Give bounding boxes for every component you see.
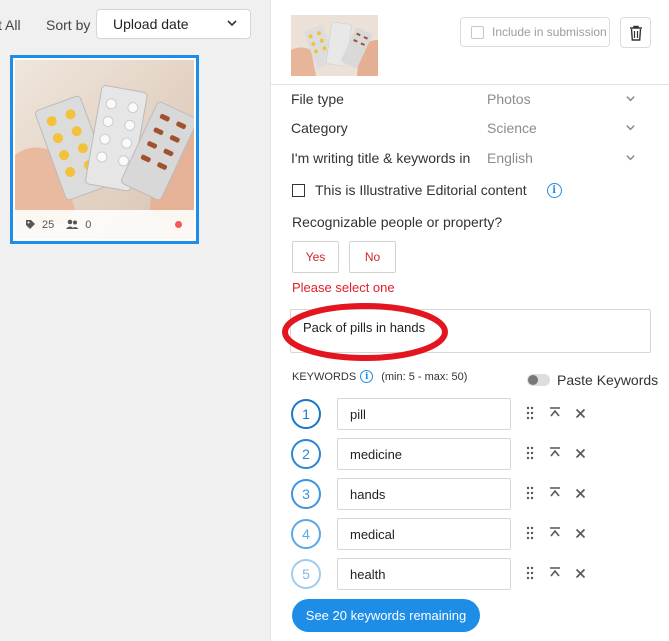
sort-dropdown[interactable]: Upload date xyxy=(96,9,251,39)
move-to-top-icon[interactable] xyxy=(549,566,561,580)
chevron-down-icon xyxy=(227,20,237,27)
close-icon[interactable] xyxy=(575,526,586,540)
file-type-label: File type xyxy=(291,91,344,107)
keyword-input[interactable]: medical xyxy=(337,518,511,550)
keyword-row: 1 pill xyxy=(291,398,651,430)
asset-thumbnail[interactable]: 25 0 xyxy=(10,55,199,244)
include-label: Include in submission xyxy=(492,25,607,39)
asset-preview xyxy=(291,15,378,76)
move-to-top-icon[interactable] xyxy=(549,406,561,420)
language-label: I'm writing title & keywords in xyxy=(291,150,471,166)
keyword-number: 2 xyxy=(291,439,321,469)
toggle-switch[interactable] xyxy=(527,374,550,386)
keyword-number: 5 xyxy=(291,559,321,589)
language-value: English xyxy=(487,150,533,166)
close-icon[interactable] xyxy=(575,446,586,460)
drag-handle-icon[interactable] xyxy=(526,486,534,500)
paste-keywords-label: Paste Keywords xyxy=(557,372,659,388)
keyword-input[interactable]: pill xyxy=(337,398,511,430)
sort-value: Upload date xyxy=(113,16,189,32)
tag-icon xyxy=(26,220,35,229)
info-icon[interactable]: i xyxy=(546,182,562,198)
keyword-input[interactable]: health xyxy=(337,558,511,590)
chevron-down-icon xyxy=(626,96,635,102)
move-to-top-icon[interactable] xyxy=(549,446,561,460)
editorial-label: This is Illustrative Editorial content xyxy=(315,182,527,198)
keyword-row: 5 health xyxy=(291,558,651,590)
keyword-row: 2 medicine xyxy=(291,438,651,470)
sort-label: Sort by xyxy=(46,17,91,33)
select-all-link[interactable]: t All xyxy=(0,17,21,33)
keyword-count: 25 xyxy=(42,218,55,231)
see-remaining-keywords-button[interactable]: See 20 keywords remaining xyxy=(292,599,480,632)
thumbnail-footer: 25 0 xyxy=(15,210,194,239)
move-to-top-icon[interactable] xyxy=(549,526,561,540)
chevron-down-icon xyxy=(626,155,635,161)
drag-handle-icon[interactable] xyxy=(526,566,534,580)
info-icon[interactable]: i xyxy=(360,370,374,383)
editorial-option: This is Illustrative Editorial content i xyxy=(292,182,562,198)
file-type-value: Photos xyxy=(487,91,531,107)
keyword-input[interactable]: hands xyxy=(337,478,511,510)
people-count: 0 xyxy=(85,218,92,231)
include-in-submission-button[interactable]: Include in submission xyxy=(460,17,610,47)
editorial-checkbox[interactable] xyxy=(292,183,305,197)
close-icon[interactable] xyxy=(575,486,586,500)
close-icon[interactable] xyxy=(575,566,586,580)
include-checkbox[interactable] xyxy=(471,25,484,39)
drag-handle-icon[interactable] xyxy=(526,526,534,540)
detail-header: Include in submission xyxy=(271,0,669,85)
right-pane: Include in submission File type Photos C… xyxy=(270,0,669,641)
paste-keywords-toggle[interactable]: Paste Keywords xyxy=(527,372,658,388)
category-label: Category xyxy=(291,120,348,136)
title-input[interactable]: Pack of pills in hands xyxy=(290,309,651,353)
category-field[interactable]: Category Science xyxy=(291,120,641,142)
drag-handle-icon[interactable] xyxy=(526,446,534,460)
keyword-number: 1 xyxy=(291,399,321,429)
delete-button[interactable] xyxy=(620,17,651,48)
chevron-down-icon xyxy=(626,125,635,131)
keyword-number: 3 xyxy=(291,479,321,509)
asset-image: 25 0 xyxy=(15,60,194,239)
left-pane: t All Sort by Upload date 25 0 xyxy=(0,0,270,641)
trash-icon xyxy=(629,25,642,41)
file-type-field[interactable]: File type Photos xyxy=(291,91,641,113)
move-to-top-icon[interactable] xyxy=(549,486,561,500)
keyword-row: 3 hands xyxy=(291,478,651,510)
category-value: Science xyxy=(487,120,537,136)
keywords-title: KEYWORDS xyxy=(292,370,357,383)
drag-handle-icon[interactable] xyxy=(526,406,534,420)
close-icon[interactable] xyxy=(575,406,586,420)
keyword-number: 4 xyxy=(291,519,321,549)
keywords-header: KEYWORDS i (min: 5 - max: 50) xyxy=(292,370,467,383)
keyword-input[interactable]: medicine xyxy=(337,438,511,470)
keyword-row: 4 medical xyxy=(291,518,651,550)
error-message: Please select one xyxy=(292,280,395,295)
yes-button[interactable]: Yes xyxy=(292,241,339,273)
no-button[interactable]: No xyxy=(349,241,396,273)
recognizable-question: Recognizable people or property? xyxy=(292,214,503,230)
status-dot xyxy=(175,221,182,228)
people-icon xyxy=(66,219,79,229)
language-field[interactable]: I'm writing title & keywords in English xyxy=(291,150,641,172)
pills-preview-image xyxy=(291,15,378,76)
keywords-limits: (min: 5 - max: 50) xyxy=(381,370,468,383)
